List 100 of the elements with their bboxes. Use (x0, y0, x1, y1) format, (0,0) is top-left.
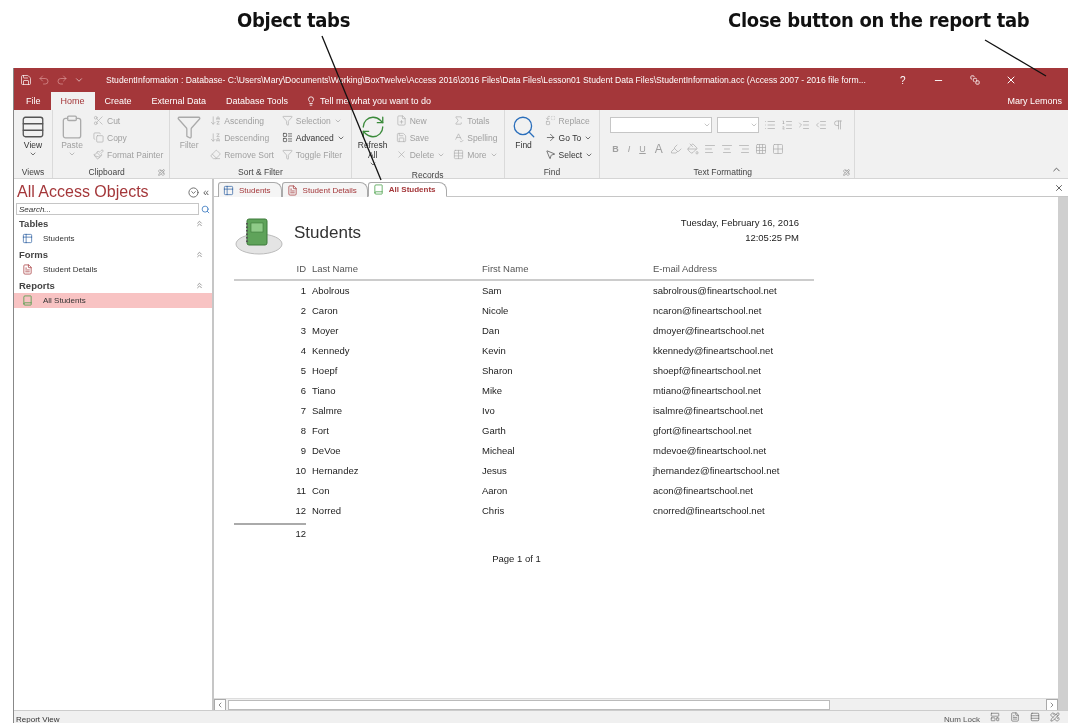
ribbon-tab[interactable]: External Data (141, 92, 217, 110)
report-logo-icon (234, 217, 284, 257)
table-cell-text: Kennedy (311, 344, 351, 358)
ribbon-button[interactable]: Find (508, 112, 539, 166)
search-icon (201, 204, 210, 214)
horizontal-scrollbar[interactable] (214, 698, 1058, 710)
collapse-icon (195, 281, 204, 290)
table-cell-text: jhernandez@fineartschool.net (651, 464, 781, 478)
table-cell-text: Hernandez (311, 464, 360, 478)
redo-icon (56, 74, 68, 86)
spelling-icon (453, 132, 465, 143)
table-cell-text: shoepf@fineartschool.net (652, 364, 762, 378)
table-cell-text: 10 (294, 464, 306, 478)
group-label: Sort & Filter (237, 167, 284, 177)
report-view-icon (990, 712, 1000, 722)
vertical-scrollbar[interactable] (1058, 197, 1068, 710)
nav-group-header[interactable]: Reports (14, 277, 212, 293)
table-cell-text: Abolrous (311, 284, 351, 298)
search-field[interactable]: Search... (16, 203, 199, 215)
replace-icon (544, 115, 556, 126)
ribbon-tab[interactable]: Home (50, 92, 95, 110)
layout-view-icon (1030, 712, 1040, 722)
copy-icon (93, 132, 104, 143)
column-header: E-mail Address (647, 257, 814, 281)
report-title: Students (294, 223, 363, 243)
table-cell-text: acon@fineartschool.net (652, 484, 754, 498)
restore-icon (969, 75, 980, 85)
paint-bucket-icon (686, 143, 699, 155)
ribbon-button[interactable]: Go To (542, 129, 596, 146)
nav-item[interactable]: All Students (14, 293, 212, 308)
ribbon-button[interactable]: View (18, 112, 48, 166)
tell-me-field[interactable]: Tell me what you want to do (305, 96, 431, 110)
report-date: Tuesday, February 16, 2016 (680, 217, 799, 228)
table-icon (453, 149, 465, 160)
table-cell-text: Sam (481, 284, 503, 298)
group-label: Clipboard (87, 167, 126, 177)
nav-item[interactable]: Students (14, 231, 212, 246)
customize-icon (74, 75, 84, 85)
outdent-icon (815, 119, 828, 131)
ribbon-tab[interactable]: File (16, 92, 51, 110)
object-tab[interactable]: Students (218, 182, 282, 197)
group-label: Text Formatting (692, 167, 753, 177)
table-cell-text: 9 (299, 444, 306, 458)
table-cell-text: cnorred@fineartschool.net (652, 504, 766, 518)
table-cell-text: Hoepf (311, 364, 339, 378)
print-preview-icon (1010, 712, 1020, 722)
dropdown-icon (187, 186, 199, 198)
datasheet-icon (20, 114, 46, 140)
filter-icon (176, 114, 203, 140)
collapse-icon (195, 219, 204, 228)
table-cell-text: 3 (299, 324, 306, 338)
scroll-right-icon (1048, 700, 1056, 709)
table-cell-text: kkennedy@fineartschool.net (652, 344, 775, 358)
object-tab[interactable]: Student Details (281, 182, 368, 197)
table-cell-text: Aaron (481, 484, 509, 498)
callout-label: Close button on the report tab (728, 8, 1030, 32)
nav-group-header[interactable]: Tables (14, 215, 212, 231)
menu-button[interactable] (187, 186, 199, 198)
collapse-pane-button[interactable]: « (202, 186, 209, 198)
column-header: Last Name (306, 257, 476, 281)
table-cell-text: Fort (311, 424, 330, 438)
table-cell-text: Kevin (481, 344, 507, 358)
pane-title: All Access Objects (17, 183, 150, 201)
highlighter-icon (669, 143, 682, 155)
table-cell-text: Micheal (481, 444, 516, 458)
group-label: Records (410, 170, 445, 180)
table-cell-text: Sharon (481, 364, 514, 378)
save-icon (395, 132, 407, 143)
align-left-icon (703, 143, 716, 155)
nav-item[interactable]: Student Details (14, 262, 212, 277)
page-number: Page 1 of 1 (491, 553, 542, 564)
design-view-icon (1050, 712, 1060, 722)
paragraph-icon (832, 119, 845, 131)
callout-label: Object tabs (237, 8, 351, 32)
ribbon-tab[interactable]: Create (94, 92, 142, 110)
ribbon-button[interactable]: Select (542, 146, 596, 163)
table-cell-text: Caron (311, 304, 339, 318)
table-cell-text: DeVoe (311, 444, 342, 458)
table-cell-text: ncaron@fineartschool.net (652, 304, 763, 318)
table-icon (22, 233, 33, 244)
font-name-field[interactable] (610, 117, 713, 133)
help-button[interactable]: ? (887, 70, 918, 90)
table-cell-text: 12 (294, 504, 306, 518)
nav-group-header[interactable]: Forms (14, 246, 212, 262)
eraser-icon (210, 149, 222, 160)
ribbon-button[interactable]: Advanced (279, 129, 347, 146)
object-tab[interactable]: All Students (367, 182, 447, 197)
table-cell-text: mdevoe@fineartschool.net (652, 444, 768, 458)
funnel-icon (281, 115, 293, 126)
format-painter-icon (93, 149, 104, 160)
advanced-filter-icon (281, 132, 293, 143)
table-cell-text: Moyer (311, 324, 340, 338)
table-cell-text: sabrolrous@fineartschool.net (652, 284, 778, 298)
gridlines-icon (754, 143, 767, 155)
font-size-field[interactable] (717, 117, 760, 133)
ribbon-tab[interactable]: Database Tools (216, 92, 298, 110)
caret-icon (368, 160, 377, 168)
table-cell-text: Jesus (481, 464, 508, 478)
report-icon (22, 295, 33, 306)
undo-icon (38, 74, 50, 86)
